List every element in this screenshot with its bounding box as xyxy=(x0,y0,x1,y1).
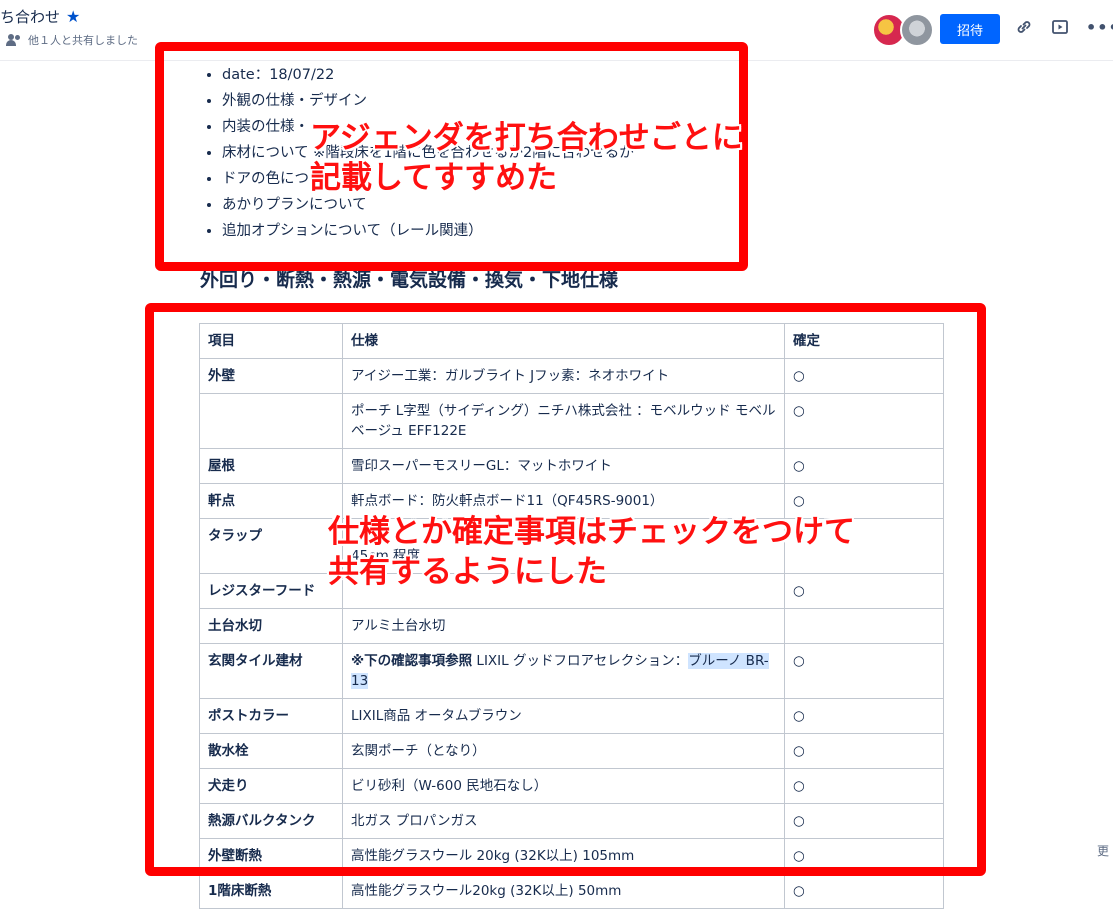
table-row: 玄関タイル建材 ※下の確認事項参照 LIXIL グッドフロアセレクション：ブルー… xyxy=(199,643,944,699)
cell-spec: 高性能グラスウール20kg (32K以上) 50mm xyxy=(342,873,785,909)
cell-spec: LIXIL商品 オータムブラウン xyxy=(342,698,785,734)
star-icon[interactable]: ★ xyxy=(66,7,80,26)
cell-confirmed: ○ xyxy=(784,768,944,804)
people-icon xyxy=(6,34,22,46)
table-row: 犬走り ビリ砂利（W-600 民地石なし） ○ xyxy=(199,768,944,804)
list-item: 外観の仕様・デザイン xyxy=(222,90,634,116)
cell-item: 玄関タイル建材 xyxy=(199,643,343,699)
column-header-confirmed: 確定 xyxy=(784,323,944,359)
page-title-row: ち合わせ ★ xyxy=(0,6,80,27)
section-heading: 外回り・断熱・熱源・電気設備・換気・下地仕様 xyxy=(200,269,619,291)
cell-item: 外壁 xyxy=(199,358,343,394)
cell-spec: 北ガス プロパンガス xyxy=(342,803,785,839)
cell-confirmed: ○ xyxy=(784,448,944,484)
table-row: 屋根 雪印スーパーモスリーGL：マットホワイト ○ xyxy=(199,448,944,484)
cell-item xyxy=(199,393,343,449)
table-row: ポーチ L字型（サイディング）ニチハ株式会社 ：モベルウッド モベルベージュ E… xyxy=(199,393,944,449)
link-icon[interactable] xyxy=(1014,18,1034,38)
cell-item: 土台水切 xyxy=(199,608,343,644)
annotation-text-agenda: アジェンダを打ち合わせごとに 記載してすすめた xyxy=(310,118,743,198)
column-header-item: 項目 xyxy=(199,323,343,359)
list-item: 追加オプションについて（レール関連） xyxy=(222,220,634,246)
list-item: date：18/07/22 xyxy=(222,64,634,90)
shared-status[interactable]: 他１人と共有しました xyxy=(6,32,138,48)
annotation-line: 記載してすすめた xyxy=(310,160,558,196)
annotation-line: アジェンダを打ち合わせごとに xyxy=(310,120,743,156)
present-icon[interactable] xyxy=(1050,18,1070,38)
cell-item: 軒点 xyxy=(199,483,343,519)
cell-spec: アルミ土台水切 xyxy=(342,608,785,644)
cell-item: 犬走り xyxy=(199,768,343,804)
cell-spec: アイジー工業：ガルブライト Jフッ素：ネオホワイト xyxy=(342,358,785,394)
table-row: 外壁 アイジー工業：ガルブライト Jフッ素：ネオホワイト ○ xyxy=(199,358,944,394)
cell-spec: 雪印スーパーモスリーGL：マットホワイト xyxy=(342,448,785,484)
table-row: 散水栓 玄関ポーチ（となり） ○ xyxy=(199,733,944,769)
avatar[interactable] xyxy=(900,13,934,47)
cell-confirmed: ○ xyxy=(784,873,944,909)
cell-confirmed: ○ xyxy=(784,643,944,699)
cell-item: 熱源バルクタンク xyxy=(199,803,343,839)
cell-spec: ※下の確認事項参照 LIXIL グッドフロアセレクション：ブルーノ BR-13 xyxy=(342,643,785,699)
spec-text: LIXIL グッドフロアセレクション： xyxy=(472,653,689,669)
cell-spec: 高性能グラスウール 20kg (32K以上) 105mm xyxy=(342,838,785,874)
cell-confirmed: ○ xyxy=(784,358,944,394)
invite-button[interactable]: 招待 xyxy=(940,14,1000,44)
cell-confirmed: ○ xyxy=(784,393,944,449)
top-bar: ち合わせ ★ 他１人と共有しました 招待 ••• xyxy=(0,0,1113,61)
spec-table: 項目 仕様 確定 外壁 アイジー工業：ガルブライト Jフッ素：ネオホワイト ○ ポー… xyxy=(199,323,944,909)
annotation-text-table: 仕様とか確定事項はチェックをつけて 共有するようにした xyxy=(328,512,855,592)
more-icon[interactable]: ••• xyxy=(1086,18,1113,38)
page-title: ち合わせ xyxy=(0,8,61,26)
cell-item: ポストカラー xyxy=(199,698,343,734)
cell-spec: ポーチ L字型（サイディング）ニチハ株式会社 ：モベルウッド モベルベージュ E… xyxy=(342,393,785,449)
cell-item: 1階床断熱 xyxy=(199,873,343,909)
cell-confirmed xyxy=(784,608,944,644)
cell-confirmed: ○ xyxy=(784,733,944,769)
table-row: 1階床断熱 高性能グラスウール20kg (32K以上) 50mm ○ xyxy=(199,873,944,909)
side-label[interactable]: 更 xyxy=(1097,842,1109,859)
column-header-spec: 仕様 xyxy=(342,323,785,359)
cell-item: 外壁断熱 xyxy=(199,838,343,874)
table-row: 熱源バルクタンク 北ガス プロパンガス ○ xyxy=(199,803,944,839)
spec-note: ※下の確認事項参照 xyxy=(351,653,473,669)
cell-spec: 玄関ポーチ（となり） xyxy=(342,733,785,769)
annotation-line: 仕様とか確定事項はチェックをつけて xyxy=(328,514,855,550)
cell-confirmed: ○ xyxy=(784,838,944,874)
cell-item: 散水栓 xyxy=(199,733,343,769)
cell-confirmed: ○ xyxy=(784,803,944,839)
cell-item: 屋根 xyxy=(199,448,343,484)
table-row: 外壁断熱 高性能グラスウール 20kg (32K以上) 105mm ○ xyxy=(199,838,944,874)
cell-spec: ビリ砂利（W-600 民地石なし） xyxy=(342,768,785,804)
cell-confirmed: ○ xyxy=(784,698,944,734)
cell-item: タラップ xyxy=(199,518,343,574)
cell-item: レジスターフード xyxy=(199,573,343,609)
annotation-line: 共有するようにした xyxy=(328,554,607,590)
table-header-row: 項目 仕様 確定 xyxy=(199,323,944,359)
table-row: ポストカラー LIXIL商品 オータムブラウン ○ xyxy=(199,698,944,734)
table-row: 土台水切 アルミ土台水切 xyxy=(199,608,944,644)
collaborator-avatars[interactable] xyxy=(872,13,934,47)
shared-text: 他１人と共有しました xyxy=(28,34,138,47)
